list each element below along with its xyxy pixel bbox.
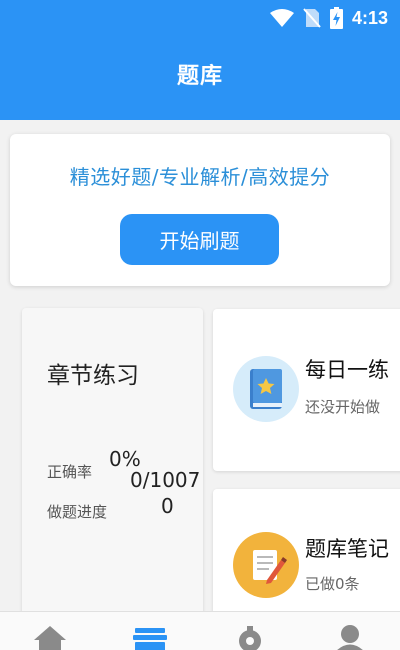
accuracy-label: 正确率	[47, 463, 93, 481]
nav-profile[interactable]	[330, 624, 370, 650]
profile-icon	[337, 625, 363, 650]
start-practice-button[interactable]: 开始刷题	[120, 214, 279, 265]
daily-practice-title: 每日一练	[305, 358, 389, 382]
daily-practice-icon	[233, 356, 299, 422]
home-icon	[34, 626, 66, 650]
promo-slogan: 精选好题/专业解析/高效提分	[69, 165, 331, 189]
chapter-practice-title: 章节练习	[47, 363, 139, 389]
nav-home[interactable]	[30, 624, 70, 650]
status-bar: 4:13	[0, 0, 400, 36]
question-notes-card[interactable]: 题库笔记 已做0条	[213, 489, 400, 629]
bottom-nav	[0, 611, 400, 650]
status-icons: 4:13	[269, 6, 388, 30]
notes-icon	[233, 532, 299, 598]
question-bank-icon	[133, 628, 167, 650]
app-header: 题库	[0, 36, 400, 120]
progress-value: 0	[161, 494, 174, 518]
battery-charging-icon	[329, 7, 343, 29]
nav-discover[interactable]	[230, 624, 270, 650]
page-title: 题库	[176, 64, 223, 89]
daily-practice-status: 还没开始做	[305, 398, 381, 416]
question-notes-count: 已做0条	[305, 575, 360, 593]
nav-question-bank[interactable]	[130, 624, 170, 650]
chapter-practice-card[interactable]: 章节练习 正确率 0% 0/1007 做题进度 0	[22, 308, 203, 628]
progress-label: 做题进度	[47, 503, 108, 521]
question-notes-title: 题库笔记	[305, 537, 389, 561]
notepad-pencil-icon	[253, 550, 287, 584]
daily-practice-card[interactable]: 每日一练 还没开始做	[213, 309, 400, 471]
promo-card: 精选好题/专业解析/高效提分 开始刷题	[10, 134, 390, 286]
no-sim-icon	[303, 8, 321, 28]
status-time: 4:13	[351, 7, 388, 28]
progress-count: 0/1007	[130, 468, 201, 492]
wifi-icon	[269, 9, 294, 27]
discover-icon	[239, 626, 261, 650]
app-root: 4:13 题库 精选好题/专业解析/高效提分 开始刷题 章节练习 正确率 0% …	[0, 0, 400, 650]
book-star-icon	[250, 369, 282, 409]
